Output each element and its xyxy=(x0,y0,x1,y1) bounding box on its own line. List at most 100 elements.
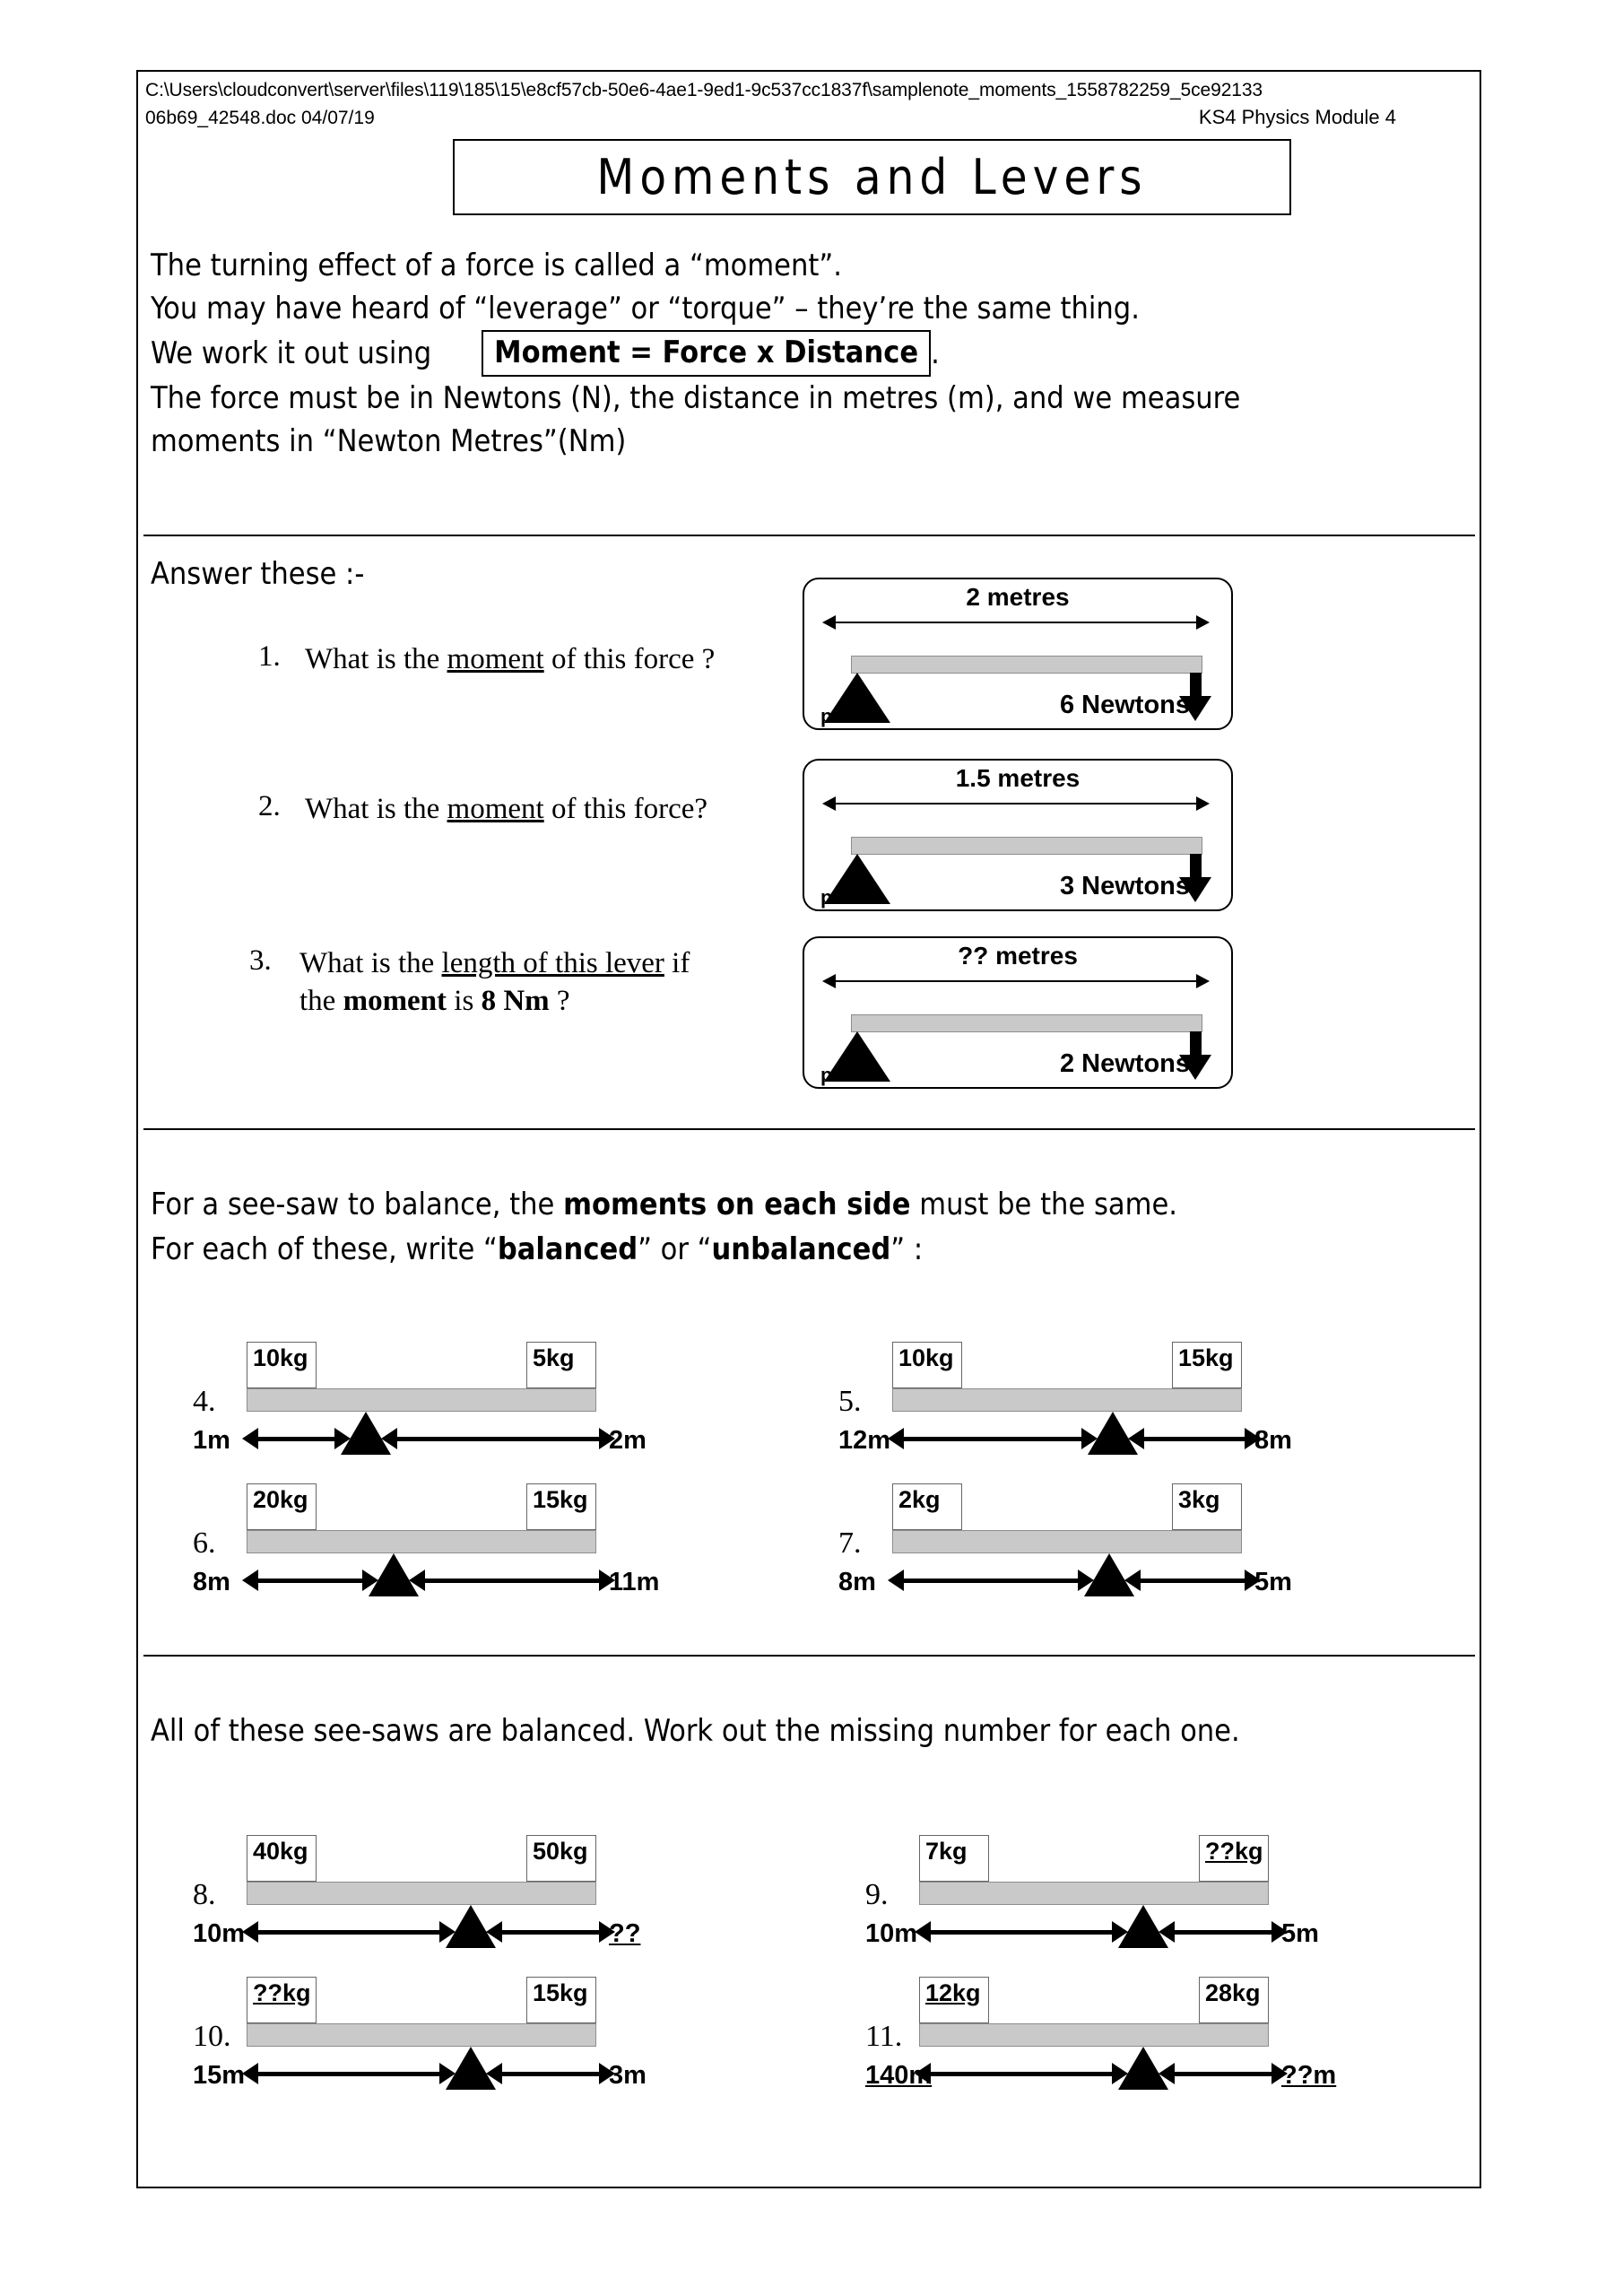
seesaw-right-weight-label: 15kg xyxy=(533,1486,588,1513)
seesaw-left-distance: 8m xyxy=(193,1568,230,1597)
lever-3-beam xyxy=(851,1014,1202,1032)
intro-line-1: The turning effect of a force is called … xyxy=(151,248,842,283)
seesaw-diagram-6: 6. 20kg 15kg 8m 11m xyxy=(193,1469,668,1626)
page-title: Moments and Levers xyxy=(596,149,1148,205)
seesaw-right-distance: 11m xyxy=(609,1568,659,1597)
lever-2-pivot-label: pivot xyxy=(820,886,868,909)
seesaw-right-weight: 15kg xyxy=(526,1977,596,2023)
seesaw-number: 11. xyxy=(865,2020,903,2053)
lever-1-force-label: 6 Newtons xyxy=(1059,691,1190,719)
seesaw-number: 5. xyxy=(838,1385,862,1418)
intro-line-2: You may have heard of “leverage” or “tor… xyxy=(151,291,1140,326)
seesaw-left-distance: 10m xyxy=(865,1919,917,1949)
seesaw-right-distance-label: 11m xyxy=(609,1568,660,1596)
lever-2-distance-arrow xyxy=(822,796,1210,811)
lever-2-force-arrow xyxy=(1179,854,1211,902)
seesaw-diagram-10: 10. ??kg 15kg 15m 3m xyxy=(193,1962,668,2119)
seesaw-right-distance-arrow xyxy=(1127,1428,1262,1449)
lever-1-force-arrow xyxy=(1179,673,1211,721)
seesaw-diagram-9: 9. 7kg ??kg 10m 5m xyxy=(865,1821,1341,1978)
lever-3-pivot-label: pivot xyxy=(820,1064,868,1086)
q3-line2-post: ? xyxy=(549,985,570,1017)
seesaw-number: 4. xyxy=(193,1385,216,1418)
seesaw-right-distance-arrow xyxy=(485,1921,616,1943)
question-1-text: What is the moment of this force ? xyxy=(305,640,771,678)
q3-text-post: if xyxy=(664,947,690,979)
q2-text-underlined: moment xyxy=(447,793,544,825)
section-a-heading: Answer these :- xyxy=(151,556,365,592)
seesaw-right-weight-label: 3kg xyxy=(1178,1486,1220,1513)
seesaw-left-distance-label: 8m xyxy=(838,1568,876,1596)
seesaw-left-weight: 10kg xyxy=(247,1342,317,1388)
formula-box: Moment = Force x Distance xyxy=(482,330,932,377)
q2-text-pre: What is the xyxy=(305,793,447,825)
header-module-label: KS4 Physics Module 4 xyxy=(1198,106,1396,128)
lever-1-pivot-label: pivot xyxy=(820,705,868,727)
section-c-intro: All of these see-saws are balanced. Work… xyxy=(151,1709,1451,1753)
formula-trailing-period: . xyxy=(931,335,940,371)
seesaw-left-distance: 12m xyxy=(838,1426,890,1456)
seesaw-left-distance: 15m xyxy=(193,2061,245,2091)
seesaw-left-weight-label: 10kg xyxy=(898,1344,954,1371)
section-b-line-1: For a see-saw to balance, the moments on… xyxy=(151,1182,1451,1227)
seesaw-left-distance: 1m xyxy=(193,1426,230,1456)
seesaw-left-weight: 2kg xyxy=(892,1483,962,1530)
seesaw-diagram-4: 4. 10kg 5kg 1m 2m xyxy=(193,1327,668,1484)
seesaw-left-distance-arrow xyxy=(242,1921,456,1943)
question-1-number: 1. xyxy=(258,640,281,673)
q1-text-underlined: moment xyxy=(447,643,544,675)
seesaw-number: 7. xyxy=(838,1526,862,1560)
seesaw-right-weight: 15kg xyxy=(1172,1342,1242,1388)
sb-l2-bold-unbalanced: unbalanced xyxy=(711,1231,891,1267)
seesaw-left-distance-label: 15m xyxy=(193,2061,246,2090)
lever-2-force-label: 3 Newtons xyxy=(1059,872,1190,900)
question-3-number: 3. xyxy=(249,944,272,977)
seesaw-left-weight-label: 7kg xyxy=(925,1838,968,1865)
seesaw-right-weight-label: ??kg xyxy=(1205,1838,1263,1865)
lever-diagram-2: 1.5 metres pivot 3 Newtons xyxy=(803,759,1233,911)
seesaw-left-distance-arrow xyxy=(915,1921,1128,1943)
seesaw-left-weight: 10kg xyxy=(892,1342,962,1388)
header-second-row: 06b69_42548.doc 04/07/19 KS4 Physics Mod… xyxy=(145,104,1396,132)
seesaw-left-distance-arrow xyxy=(888,1570,1094,1591)
q2-text-post: of this force? xyxy=(543,793,708,825)
section-b-intro: For a see-saw to balance, the moments on… xyxy=(151,1182,1451,1272)
seesaw-left-weight-label: 40kg xyxy=(253,1838,308,1865)
seesaw-right-weight-label: 28kg xyxy=(1205,1979,1261,2006)
header-file-name-date: 06b69_42548.doc 04/07/19 xyxy=(145,108,375,128)
seesaw-left-distance-arrow xyxy=(242,1428,351,1449)
q1-text-pre: What is the xyxy=(305,643,447,675)
intro-line-5: moments in “Newton Metres”(Nm) xyxy=(151,423,627,459)
seesaw-right-distance-arrow xyxy=(1158,2063,1289,2084)
question-3-text: What is the length of this lever if the … xyxy=(299,944,766,1020)
seesaw-right-weight: 50kg xyxy=(526,1835,596,1882)
sb-l1-bold: moments on each side xyxy=(563,1187,911,1222)
seesaw-left-distance-label: 8m xyxy=(193,1568,230,1596)
seesaw-right-distance-arrow xyxy=(1158,1921,1289,1943)
seesaw-left-distance: 10m xyxy=(193,1919,245,1949)
seesaw-diagram-7: 7. 2kg 3kg 8m 5m xyxy=(838,1469,1314,1626)
sb-l2-post: ” : xyxy=(890,1231,924,1267)
sb-l2-mid: ” or “ xyxy=(638,1231,712,1267)
sb-l1-post: must be the same. xyxy=(910,1187,1177,1222)
seesaw-right-weight: 5kg xyxy=(526,1342,596,1388)
seesaw-right-weight: 3kg xyxy=(1172,1483,1242,1530)
lever-1-distance-label: 2 metres xyxy=(966,583,1070,611)
seesaw-right-distance-label: ??m xyxy=(1281,2061,1337,2090)
seesaw-beam xyxy=(892,1530,1242,1553)
lever-1-distance-arrow xyxy=(822,615,1210,630)
lever-3-force-label: 2 Newtons xyxy=(1059,1049,1190,1078)
seesaw-left-weight-label: 2kg xyxy=(898,1486,941,1513)
q3-text-pre: What is the xyxy=(299,947,442,979)
section-divider-2 xyxy=(143,1128,1475,1130)
seesaw-left-distance-label: 1m xyxy=(193,1426,230,1455)
question-2-number: 2. xyxy=(258,790,281,822)
sb-l2-pre: For each of these, write “ xyxy=(151,1231,498,1267)
seesaw-right-weight: 15kg xyxy=(526,1483,596,1530)
question-2-text: What is the moment of this force? xyxy=(305,790,771,828)
seesaw-right-weight-label: 5kg xyxy=(533,1344,575,1371)
seesaw-beam xyxy=(919,1882,1269,1905)
seesaw-right-weight: 28kg xyxy=(1199,1977,1269,2023)
lever-2-distance-label: 1.5 metres xyxy=(955,764,1081,792)
intro-line-4: The force must be in Newtons (N), the di… xyxy=(151,380,1241,416)
